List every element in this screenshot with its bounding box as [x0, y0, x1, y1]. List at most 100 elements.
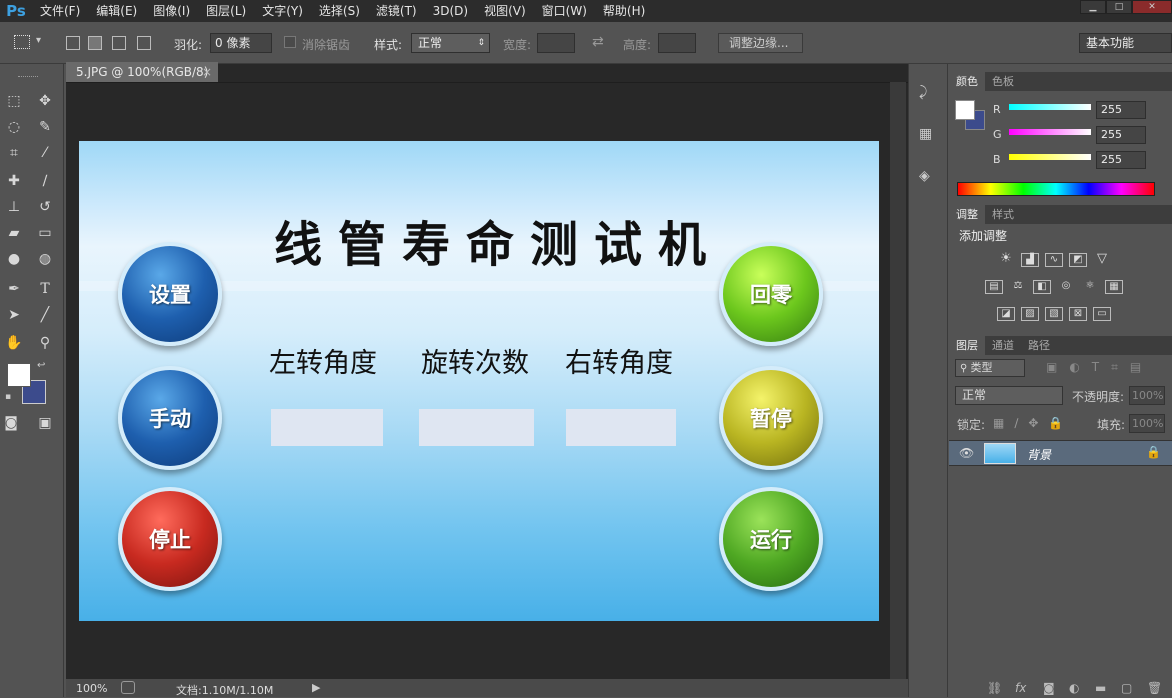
- pause-button[interactable]: 暂停: [719, 366, 823, 470]
- gradient-icon[interactable]: ▭: [34, 222, 56, 244]
- hue-saturation-icon[interactable]: ▤: [985, 280, 1003, 294]
- tab-channels[interactable]: 通道: [985, 336, 1021, 355]
- menu-edit[interactable]: 编辑(E): [88, 0, 145, 22]
- new-selection-icon[interactable]: [66, 36, 80, 50]
- tab-adjustments[interactable]: 调整: [949, 205, 985, 224]
- pen-icon[interactable]: ✒: [3, 278, 25, 300]
- new-layer-icon[interactable]: ▢: [1121, 681, 1132, 695]
- properties-panel-icon[interactable]: ▦: [919, 126, 932, 142]
- channel-g-slider[interactable]: [1009, 129, 1091, 135]
- blend-mode-select[interactable]: 正常: [955, 386, 1063, 405]
- move-icon[interactable]: ✥: [34, 90, 56, 112]
- link-layers-icon[interactable]: ⛓: [987, 681, 1002, 695]
- menu-file[interactable]: 文件(F): [32, 0, 88, 22]
- tab-styles[interactable]: 样式: [985, 205, 1021, 224]
- color-fg-swatch[interactable]: [955, 100, 975, 120]
- layer-row[interactable]: 👁 背景 🔒: [949, 440, 1172, 466]
- 3d-panel-icon[interactable]: ◈: [919, 168, 930, 184]
- marquee-tool-preset-icon[interactable]: [14, 35, 30, 49]
- settings-button[interactable]: 设置: [118, 242, 222, 346]
- menu-help[interactable]: 帮助(H): [595, 0, 653, 22]
- color-lookup-icon[interactable]: ▦: [1105, 280, 1123, 294]
- chevron-down-icon[interactable]: ▾: [36, 35, 41, 46]
- channel-mixer-icon[interactable]: ⚛: [1081, 280, 1099, 294]
- levels-icon[interactable]: ▟: [1021, 253, 1039, 267]
- color-spectrum-bar[interactable]: [957, 182, 1155, 196]
- intersect-selection-icon[interactable]: [137, 36, 151, 50]
- close-tab-icon[interactable]: ×: [202, 62, 212, 82]
- menu-select[interactable]: 选择(S): [311, 0, 368, 22]
- opacity-input[interactable]: 100%: [1129, 386, 1165, 405]
- feather-input[interactable]: 0 像素: [210, 33, 272, 53]
- quick-select-icon[interactable]: ✎: [34, 116, 56, 138]
- menu-image[interactable]: 图像(I): [145, 0, 198, 22]
- foreground-color-swatch[interactable]: [7, 363, 31, 387]
- blur-icon[interactable]: ●: [3, 248, 25, 270]
- tab-color[interactable]: 颜色: [949, 72, 985, 91]
- home-button[interactable]: 回零: [719, 242, 823, 346]
- dodge-icon[interactable]: ◍: [34, 248, 56, 270]
- crop-icon[interactable]: ⌗: [3, 142, 25, 164]
- posterize-icon[interactable]: ▨: [1021, 307, 1039, 321]
- vertical-scrollbar[interactable]: [890, 82, 906, 679]
- text-icon[interactable]: T: [34, 278, 56, 300]
- lock-options-icons[interactable]: ▦∕✥🔒: [993, 416, 1073, 430]
- path-select-icon[interactable]: ➤: [3, 304, 25, 326]
- left-angle-field[interactable]: [271, 409, 383, 446]
- minimize-button[interactable]: ▁: [1080, 0, 1106, 14]
- hand-icon[interactable]: ✋: [3, 332, 25, 354]
- add-selection-icon[interactable]: [88, 36, 102, 50]
- swap-colors-icon[interactable]: ↩: [37, 360, 45, 371]
- menu-3d[interactable]: 3D(D): [425, 0, 476, 22]
- menu-window[interactable]: 窗口(W): [534, 0, 595, 22]
- channel-b-slider[interactable]: [1009, 154, 1091, 160]
- layer-mask-icon[interactable]: ◙: [1043, 681, 1055, 695]
- layer-name[interactable]: 背景: [1027, 446, 1051, 463]
- brightness-icon[interactable]: ☀: [997, 252, 1015, 267]
- new-adjustment-icon[interactable]: ◐: [1069, 681, 1079, 695]
- channel-r-value[interactable]: 255: [1096, 101, 1146, 119]
- screen-mode-icon[interactable]: ▣: [34, 412, 56, 434]
- tab-paths[interactable]: 路径: [1021, 336, 1057, 355]
- exposure-icon[interactable]: ◩: [1069, 253, 1087, 267]
- width-input[interactable]: [537, 33, 575, 53]
- layer-filter-select[interactable]: ⚲ 类型: [955, 359, 1025, 377]
- close-button[interactable]: ✕: [1132, 0, 1172, 14]
- stop-button[interactable]: 停止: [118, 487, 222, 591]
- healing-icon[interactable]: ✚: [3, 170, 25, 192]
- quick-mask-icon[interactable]: ◙: [0, 412, 22, 434]
- canvas-image[interactable]: 线管寿命测试机 左转角度 旋转次数 右转角度 设置 手动 停止 回零 暂停 运行: [79, 141, 879, 621]
- delete-layer-icon[interactable]: 🗑: [1147, 681, 1162, 695]
- invert-icon[interactable]: ◪: [997, 307, 1015, 321]
- manual-button[interactable]: 手动: [118, 366, 222, 470]
- rotation-count-field[interactable]: [419, 409, 534, 446]
- photo-filter-icon[interactable]: ◎: [1057, 280, 1075, 294]
- brush-icon[interactable]: ∕: [34, 170, 56, 192]
- zoom-level[interactable]: 100%: [76, 682, 107, 695]
- refine-edge-button[interactable]: 调整边缘...: [718, 33, 803, 53]
- threshold-icon[interactable]: ▧: [1045, 307, 1063, 321]
- marquee-icon[interactable]: ⬚: [3, 90, 25, 112]
- toolbox-grip[interactable]: [18, 76, 38, 78]
- maximize-button[interactable]: □: [1106, 0, 1132, 14]
- subtract-selection-icon[interactable]: [112, 36, 126, 50]
- right-angle-field[interactable]: [566, 409, 676, 446]
- swap-icon[interactable]: ⇄: [592, 34, 604, 50]
- eye-visibility-icon[interactable]: 👁: [959, 446, 974, 460]
- status-menu-arrow-icon[interactable]: ▶: [312, 681, 320, 694]
- channel-g-value[interactable]: 255: [1096, 126, 1146, 144]
- menu-view[interactable]: 视图(V): [476, 0, 534, 22]
- style-select[interactable]: 正常 ⇕: [411, 33, 490, 53]
- workspace-select[interactable]: 基本功能: [1079, 33, 1172, 53]
- layer-filter-icons[interactable]: ▣◐T⌗▤: [1046, 360, 1153, 375]
- lasso-icon[interactable]: ◌: [3, 116, 25, 138]
- history-brush-icon[interactable]: ↺: [34, 196, 56, 218]
- tab-swatches[interactable]: 色板: [985, 72, 1021, 91]
- channel-b-value[interactable]: 255: [1096, 151, 1146, 169]
- status-preview-icon[interactable]: [121, 681, 135, 694]
- line-icon[interactable]: ╱: [34, 304, 56, 326]
- run-button[interactable]: 运行: [719, 487, 823, 591]
- eraser-icon[interactable]: ▰: [3, 222, 25, 244]
- document-tab[interactable]: 5.JPG @ 100%(RGB/8) ×: [66, 62, 218, 82]
- vibrance-icon[interactable]: ▽: [1093, 252, 1111, 267]
